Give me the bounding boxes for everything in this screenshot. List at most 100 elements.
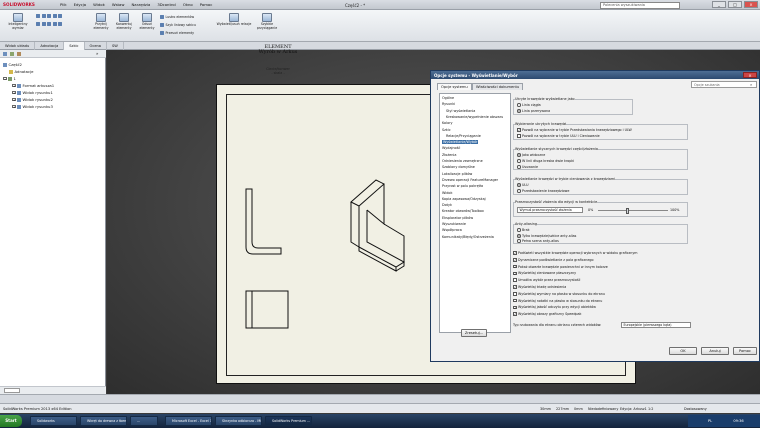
feature-tree-icon[interactable]	[3, 52, 7, 56]
convert-entities-button[interactable]: Konwertuj elementy	[113, 13, 135, 30]
help-button[interactable]: Pomoc	[733, 347, 757, 355]
nav-item[interactable]: Kreator otworów/Toolbox	[442, 209, 484, 213]
drawing-view-isometric[interactable]	[350, 179, 405, 272]
configuration-icon[interactable]	[17, 52, 21, 56]
command-search-input[interactable]: Polecenia wyszukiwania	[600, 1, 680, 9]
tab-sketch[interactable]: Szkic	[64, 42, 85, 50]
taskbar-item-misc[interactable]: ...	[130, 416, 158, 426]
tab-annotation[interactable]: Adnotacja	[35, 42, 65, 50]
tree-item-drawing-view-1[interactable]: + Widok rysunku1	[12, 90, 53, 95]
menu-item-tools[interactable]: Narzędzia	[131, 2, 150, 8]
nav-item[interactable]: Kolory	[442, 121, 453, 125]
display-checkbox[interactable]: Umożliw wybór przez przezroczystość	[513, 278, 580, 282]
nav-item[interactable]: Współpraca	[442, 228, 462, 232]
menu-item-insert[interactable]: Wstaw	[112, 2, 125, 8]
nav-item[interactable]: Dotyk	[442, 203, 452, 207]
nav-item[interactable]: Szablony domyślne	[442, 165, 475, 169]
sheet-tab[interactable]	[4, 388, 20, 393]
expand-icon[interactable]: +	[12, 104, 16, 109]
taskbar-item-excel[interactable]: Microsoft Excel - Excel 1	[165, 416, 212, 426]
checkbox-select-hlr[interactable]: ✓ Pozwól na wybranie w trybie Przedstawia…	[517, 128, 632, 132]
smart-dimension-button[interactable]: Inteligentny wymiar	[6, 13, 30, 30]
nav-item[interactable]: Kreskowanie/wypełnienie obszaru	[446, 115, 503, 119]
nav-item[interactable]: Relacje/Przyciąganie	[446, 134, 481, 138]
radio-solid-line[interactable]: Linia ciągła	[517, 103, 541, 107]
nav-item[interactable]: Drzewo operacji FeatureManager	[442, 178, 498, 182]
display-checkbox[interactable]: ✓ Dynamiczne podświetlanie z pola graficz…	[513, 258, 594, 262]
taskbar-item-browser[interactable]: Wkręt do drewna z łbem	[80, 416, 127, 426]
drawing-view-front[interactable]	[245, 188, 282, 255]
linear-pattern-button[interactable]: Szyk liniowy szkicu	[160, 23, 196, 27]
expand-icon[interactable]: +	[12, 90, 16, 95]
taskbar-item-outlook[interactable]: Skrzynka odbiorcza - Mic...	[215, 416, 262, 426]
rectangle-icon[interactable]	[41, 14, 46, 18]
transparency-dropdown[interactable]: Wymuś przezroczystość złożenia	[517, 207, 583, 213]
options-search-input[interactable]: Opcje szukania	[691, 81, 757, 88]
dialog-close-button[interactable]: ×	[743, 72, 757, 78]
slot-icon[interactable]	[36, 22, 40, 26]
expand-icon[interactable]: −	[3, 76, 7, 81]
tree-item-sheet[interactable]: −1	[3, 76, 16, 81]
display-checkbox[interactable]: ✓ Wyświetlaj cieniowane płaszczyzny	[513, 271, 576, 275]
app-logo[interactable]: SOLIDWORKS	[3, 2, 35, 8]
line-icon[interactable]	[36, 14, 40, 18]
taskbar-item-solidworks[interactable]: Solidworks	[30, 416, 77, 426]
start-button[interactable]: Start	[0, 415, 22, 427]
radio-hlr[interactable]: ULU	[517, 183, 529, 187]
nav-item[interactable]: Kopia zapasowa/Odzyskaj	[442, 197, 486, 201]
tray-language[interactable]: PL	[708, 419, 712, 423]
quick-snaps-button[interactable]: Szybkie przyciąganie	[254, 13, 280, 30]
radio-as-visible[interactable]: Jako widoczne	[517, 153, 545, 157]
tab-sw[interactable]: SW	[107, 42, 124, 50]
tree-root[interactable]: Część2	[3, 62, 22, 67]
tab-document-properties[interactable]: Właściwości dokumentu	[472, 83, 524, 90]
close-button[interactable]: ×	[744, 1, 758, 8]
property-manager-icon[interactable]	[10, 52, 14, 56]
menu-item-window[interactable]: Okno	[183, 2, 193, 8]
nav-item[interactable]: Styl wyświetlania	[446, 109, 475, 113]
maximize-button[interactable]: □	[728, 1, 742, 8]
menu-item-view[interactable]: Widok	[93, 2, 105, 8]
radio-aa-edges[interactable]: Tylko krawędzie/szkice anty-alias	[517, 234, 576, 238]
mirror-entities-button[interactable]: Lustro elementów	[160, 15, 194, 19]
text-icon[interactable]	[52, 22, 57, 26]
point-icon[interactable]	[58, 22, 62, 26]
radio-dashed-line[interactable]: Linia przerywana	[517, 109, 550, 113]
menu-item-file[interactable]: Plik	[60, 2, 67, 8]
nav-item[interactable]: Eksplorator plików	[442, 216, 473, 220]
checkbox-select-hlv[interactable]: Pozwól na wybranie w trybie ULU i Cienio…	[517, 134, 600, 138]
spline-icon[interactable]	[58, 14, 62, 18]
search-icon[interactable]: ⌕	[750, 82, 752, 87]
nav-item[interactable]: Wyszukiwanie	[442, 222, 466, 226]
menu-item-3dcontrol[interactable]: 3Dcontrol	[157, 2, 176, 8]
menu-item-help[interactable]: Pomoc	[200, 2, 213, 8]
arc-icon[interactable]	[52, 14, 57, 18]
nav-item[interactable]: Przyrost w polu pokrętła	[442, 184, 483, 188]
display-checkbox[interactable]: ✓ Wyświetlaj jakość odczytu przy edycji o…	[513, 305, 596, 309]
tree-item-sheet-format[interactable]: + Format arkusza1	[12, 83, 54, 88]
nav-item[interactable]: Widok	[442, 191, 452, 195]
ok-button[interactable]: OK	[669, 347, 697, 355]
nav-item[interactable]: Złożenia	[442, 153, 456, 157]
trim-entities-button[interactable]: Przytnij elementy	[90, 13, 112, 30]
tab-view-layout[interactable]: Widok układu	[0, 42, 36, 50]
nav-item[interactable]: Szkic	[442, 128, 451, 132]
radio-removed[interactable]: Usuwanie	[517, 165, 538, 169]
nav-item[interactable]: Ogólne	[442, 96, 454, 100]
nav-item[interactable]: Odniesienia zewnętrzne	[442, 159, 483, 163]
radio-aa-none[interactable]: Brak	[517, 228, 530, 232]
tree-item-drawing-view-2[interactable]: + Widok rysunku2	[12, 97, 53, 102]
offset-entities-button[interactable]: Odsuń elementy	[136, 13, 158, 30]
nav-item[interactable]: Wyświetlanie/Wybór	[442, 140, 479, 145]
expand-icon[interactable]: +	[12, 83, 16, 88]
taskbar-item-solidworks-active[interactable]: SolidWorks Premium ...	[265, 416, 312, 426]
display-checkbox[interactable]: Wyświetlaj wymiary na płasko w stosunku …	[513, 292, 605, 296]
move-entities-button[interactable]: Przesuń elementy	[160, 31, 194, 35]
transparency-slider[interactable]	[598, 210, 668, 211]
radio-aa-full[interactable]: Pełna scena anty-alias	[517, 239, 559, 243]
tab-evaluate[interactable]: Ocena	[85, 42, 108, 50]
cancel-button[interactable]: Anuluj	[701, 347, 729, 355]
expand-icon[interactable]: +	[12, 97, 16, 102]
nav-item[interactable]: Lokalizacje plików	[442, 172, 472, 176]
display-checkbox[interactable]: ✓ Wyświetlaj obrazy graficzny Speedpak	[513, 312, 581, 316]
